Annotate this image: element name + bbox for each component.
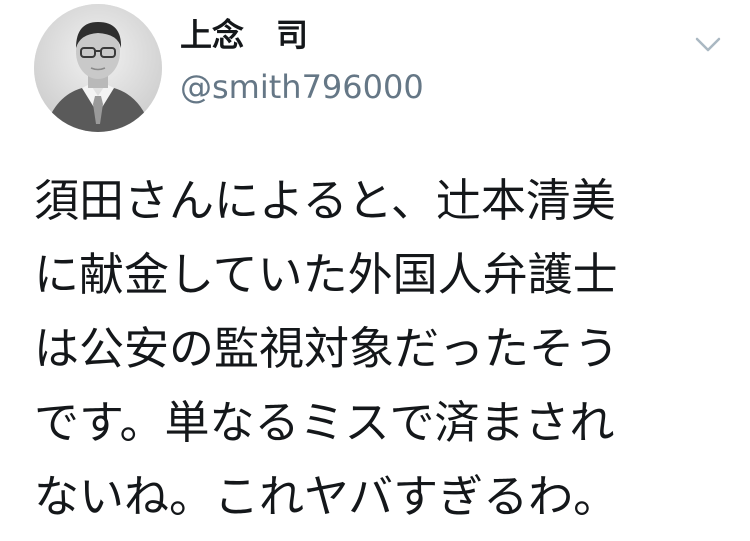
tweet-card: 上念 司 @smith796000 須田さんによると、辻本清美 に献金していた外…	[0, 0, 750, 541]
tweet-text-line: は公安の監視対象だったそう	[34, 322, 620, 375]
chevron-down-icon[interactable]	[688, 30, 728, 60]
tweet-text-line: に献金していた外国人弁護士	[34, 248, 618, 301]
avatar[interactable]	[34, 4, 162, 132]
tweet-text-line: です。単なるミスで済まされ	[34, 396, 615, 449]
avatar-photo	[34, 4, 162, 132]
tweet-text-line: ないね。これヤバすぎるわ。	[34, 470, 619, 523]
display-name[interactable]: 上念 司	[180, 12, 308, 58]
user-handle[interactable]: @smith796000	[180, 64, 424, 110]
tweet-text: 須田さんによると、辻本清美 に献金していた外国人弁護士 は公安の監視対象だったそ…	[34, 164, 734, 534]
tweet-text-line: 須田さんによると、辻本清美	[34, 174, 616, 227]
